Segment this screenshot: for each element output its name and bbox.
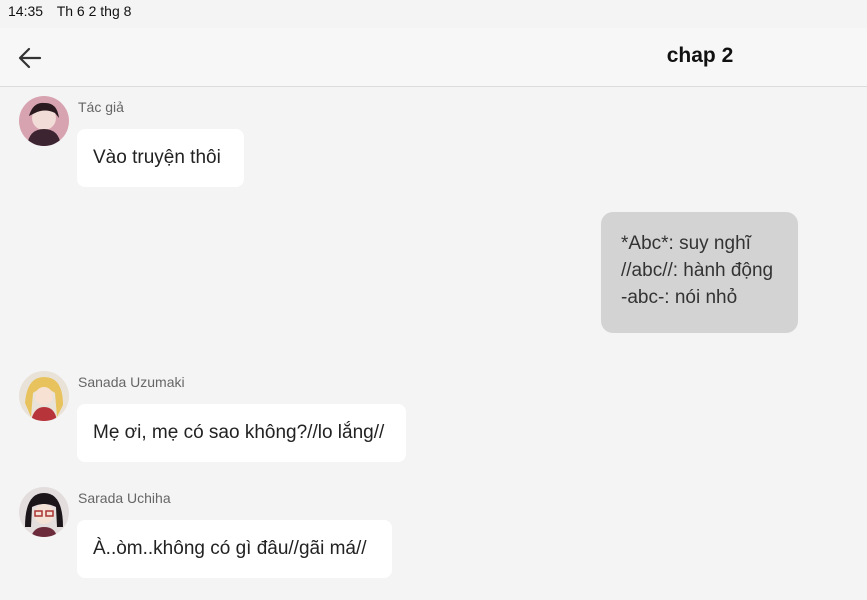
sender-name: Sarada Uchiha	[78, 490, 171, 506]
avatar-sanada[interactable]	[19, 371, 69, 421]
avatar-author[interactable]	[19, 96, 69, 146]
message-bubble[interactable]: À..òm..không có gì đâu//gãi má//	[77, 520, 392, 578]
chat-title-wrap: chap 2	[0, 44, 867, 68]
message-bubble[interactable]: Mẹ ơi, mẹ có sao không?//lo lắng//	[77, 404, 406, 462]
top-bar: chap 2	[0, 28, 867, 87]
message-line: *Abc*: suy nghĩ	[621, 233, 751, 254]
message-bubble-self[interactable]: *Abc*: suy nghĩ //abc//: hành động -abc-…	[601, 212, 798, 333]
chat-title: chap 2	[666, 44, 734, 67]
sender-name: Tác giả	[78, 99, 124, 115]
status-bar: 14:35 Th 6 2 thg 8	[8, 3, 141, 19]
message-line: -abc-: nói nhỏ	[621, 287, 738, 308]
avatar-sarada-image	[19, 487, 69, 537]
avatar-sarada[interactable]	[19, 487, 69, 537]
status-time: 14:35	[8, 3, 44, 19]
message-bubble[interactable]: Vào truyện thôi	[77, 129, 244, 187]
message-line: //abc//: hành động	[621, 260, 774, 281]
avatar-author-image	[19, 96, 69, 146]
sender-name: Sanada Uzumaki	[78, 374, 185, 390]
avatar-sanada-image	[19, 371, 69, 421]
status-date: Th 6 2 thg 8	[56, 3, 132, 19]
